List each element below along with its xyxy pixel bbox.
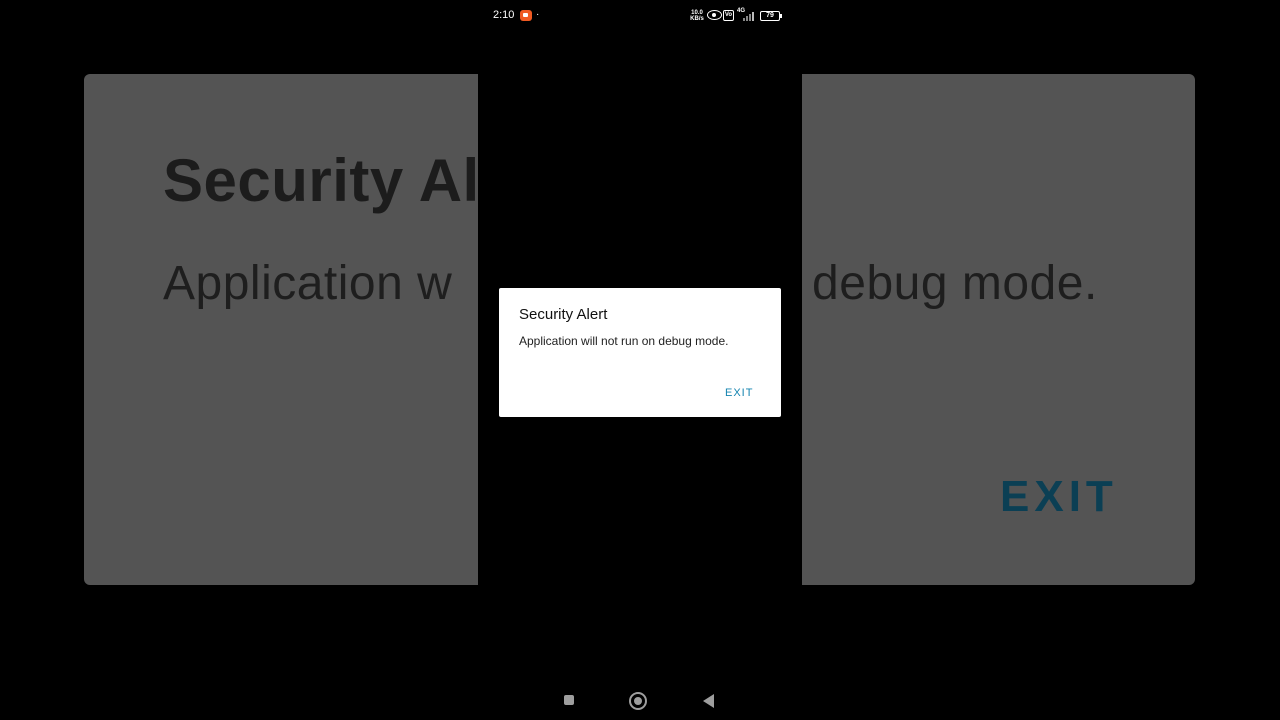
back-triangle-icon[interactable] — [703, 694, 714, 708]
screen-record-icon — [520, 10, 532, 21]
status-bar: 2:10 · 10.0 KB/s Vo 4G 79 — [478, 0, 802, 32]
notification-dot: · — [536, 9, 540, 20]
eye-icon — [707, 10, 722, 20]
battery-icon: 79 — [760, 11, 782, 21]
volte-icon: Vo — [723, 10, 734, 21]
background-exit-label: EXIT — [1000, 472, 1118, 521]
recents-square-icon[interactable] — [564, 695, 574, 705]
phone-screen: 2:10 · 10.0 KB/s Vo 4G 79 Security Alert… — [478, 0, 802, 720]
dialog-message: Application will not run on debug mode. — [519, 334, 729, 348]
background-title: Security Al — [163, 147, 480, 214]
home-circle-icon[interactable] — [629, 692, 647, 710]
dialog-title: Security Alert — [519, 306, 608, 323]
exit-button[interactable]: EXIT — [721, 385, 757, 401]
network-speed: 10.0 KB/s — [690, 10, 704, 22]
signal-bars-icon — [743, 11, 759, 21]
network-speed-unit: KB/s — [690, 16, 704, 22]
security-alert-dialog: Security Alert Application will not run … — [499, 288, 781, 417]
screen-stage: Security Al Application w debug mode. EX… — [0, 0, 1280, 720]
status-time: 2:10 — [493, 9, 515, 21]
